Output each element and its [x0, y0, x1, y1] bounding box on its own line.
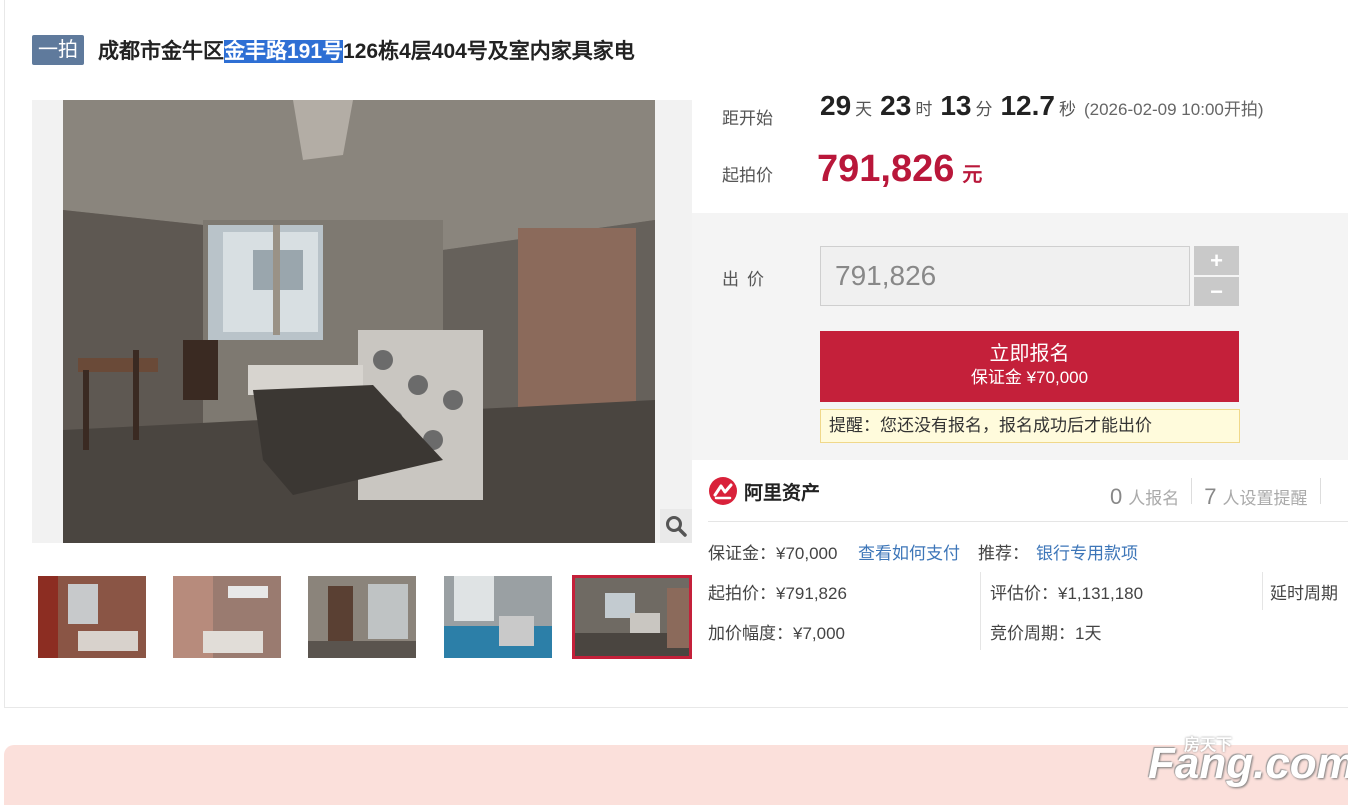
- thumbnail-image: [444, 576, 552, 658]
- delay-cycle: 延时周期: [1270, 584, 1338, 603]
- thumbnail-image: [308, 576, 416, 658]
- column-divider: [1262, 572, 1263, 610]
- bidding-cycle: 竞价周期：1天: [990, 624, 1102, 643]
- countdown-seconds: 12.7: [1000, 90, 1055, 121]
- increase-bid-button[interactable]: +: [1194, 246, 1239, 275]
- bid-increment: 加价幅度：¥7,000: [708, 624, 845, 643]
- divider: [1319, 478, 1321, 504]
- minutes-unit: 分: [975, 100, 993, 119]
- magnifier-icon: [666, 516, 687, 537]
- divider: [1191, 478, 1193, 504]
- reminders-label: 人设置提醒: [1222, 489, 1308, 508]
- hours-unit: 时: [915, 100, 933, 119]
- recommend-link[interactable]: 银行专用款项: [1036, 539, 1138, 564]
- countdown-minutes: 13: [940, 90, 972, 121]
- price-unit: 元: [962, 164, 983, 186]
- decrease-bid-button[interactable]: −: [1194, 277, 1239, 306]
- thumbnail-4[interactable]: [444, 576, 552, 658]
- thumbnail-5-selected[interactable]: [572, 575, 692, 659]
- page-title: 成都市金牛区金丰路191号126栋4层404号及室内家具家电: [98, 35, 635, 65]
- title-prefix: 成都市金牛区: [98, 40, 224, 63]
- thumbnail-1[interactable]: [38, 576, 146, 658]
- thumbnail-image: [575, 578, 689, 656]
- bottom-banner: [4, 745, 1348, 805]
- countdown: 29 天 23 时 13 分 12.7 秒 (2026-02-09 10:00开拍): [820, 90, 1264, 134]
- signup-notice: 提醒：您还没有报名，报名成功后才能出价: [820, 409, 1240, 443]
- signup-deposit: 保证金 ¥70,000: [970, 368, 1089, 387]
- how-to-pay-link[interactable]: 查看如何支付: [858, 539, 960, 564]
- starting-price-row: 起拍价 791,826 元: [722, 148, 982, 191]
- countdown-hours: 23: [880, 90, 912, 121]
- fang-watermark: 房天下 Fang.com: [1148, 733, 1348, 793]
- main-photo[interactable]: [32, 100, 692, 543]
- watermark-text: Fang.com: [1148, 739, 1348, 788]
- title-highlight: 金丰路191号: [224, 40, 344, 63]
- start-price-detail: 起拍价：¥791,826: [708, 584, 847, 603]
- section-divider: [708, 521, 1348, 522]
- platform-brand[interactable]: 阿里资产: [708, 476, 820, 506]
- bid-panel: 出价 791,826 + − 立即报名 保证金 ¥70,000 提醒：您还没有报…: [692, 213, 1348, 460]
- zoom-button[interactable]: [660, 509, 692, 543]
- platform-name: 阿里资产: [744, 482, 821, 504]
- starting-price-label: 起拍价: [722, 166, 773, 185]
- bid-amount-input[interactable]: 791,826: [820, 246, 1190, 306]
- days-unit: 天: [855, 100, 873, 119]
- signups-label: 人报名: [1128, 489, 1180, 508]
- starting-price-value: 791,826: [817, 148, 955, 190]
- thumbnail-2[interactable]: [173, 576, 281, 658]
- reminders-count: 7: [1204, 484, 1217, 509]
- room-photo: [63, 100, 655, 543]
- title-row: 一拍 成都市金牛区金丰路191号126栋4层404号及室内家具家电: [32, 34, 635, 66]
- thumbnail-3[interactable]: [308, 576, 416, 658]
- signups-count: 0: [1110, 484, 1123, 509]
- signup-label: 立即报名: [989, 343, 1070, 365]
- auction-round-tag: 一拍: [32, 35, 84, 65]
- recommend-label: 推荐：: [978, 544, 1029, 563]
- ali-asset-logo-icon: [709, 477, 737, 505]
- bid-label: 出价: [722, 270, 772, 289]
- deposit-info: 保证金：¥70,000: [708, 544, 838, 563]
- column-divider: [980, 572, 981, 650]
- thumbnail-image: [38, 576, 146, 658]
- countdown-label: 距开始: [722, 109, 773, 128]
- start-time: (2026-02-09 10:00开拍): [1083, 100, 1264, 119]
- appraisal-price: 评估价：¥1,131,180: [990, 584, 1144, 603]
- seconds-unit: 秒: [1058, 100, 1076, 119]
- title-suffix: 126栋4层404号及室内家具家电: [343, 40, 635, 63]
- participation-counts: 0 人报名 7 人设置提醒: [1110, 478, 1333, 510]
- countdown-days: 29: [820, 90, 852, 121]
- thumbnail-image: [173, 576, 281, 658]
- signup-button[interactable]: 立即报名 保证金 ¥70,000: [820, 331, 1239, 402]
